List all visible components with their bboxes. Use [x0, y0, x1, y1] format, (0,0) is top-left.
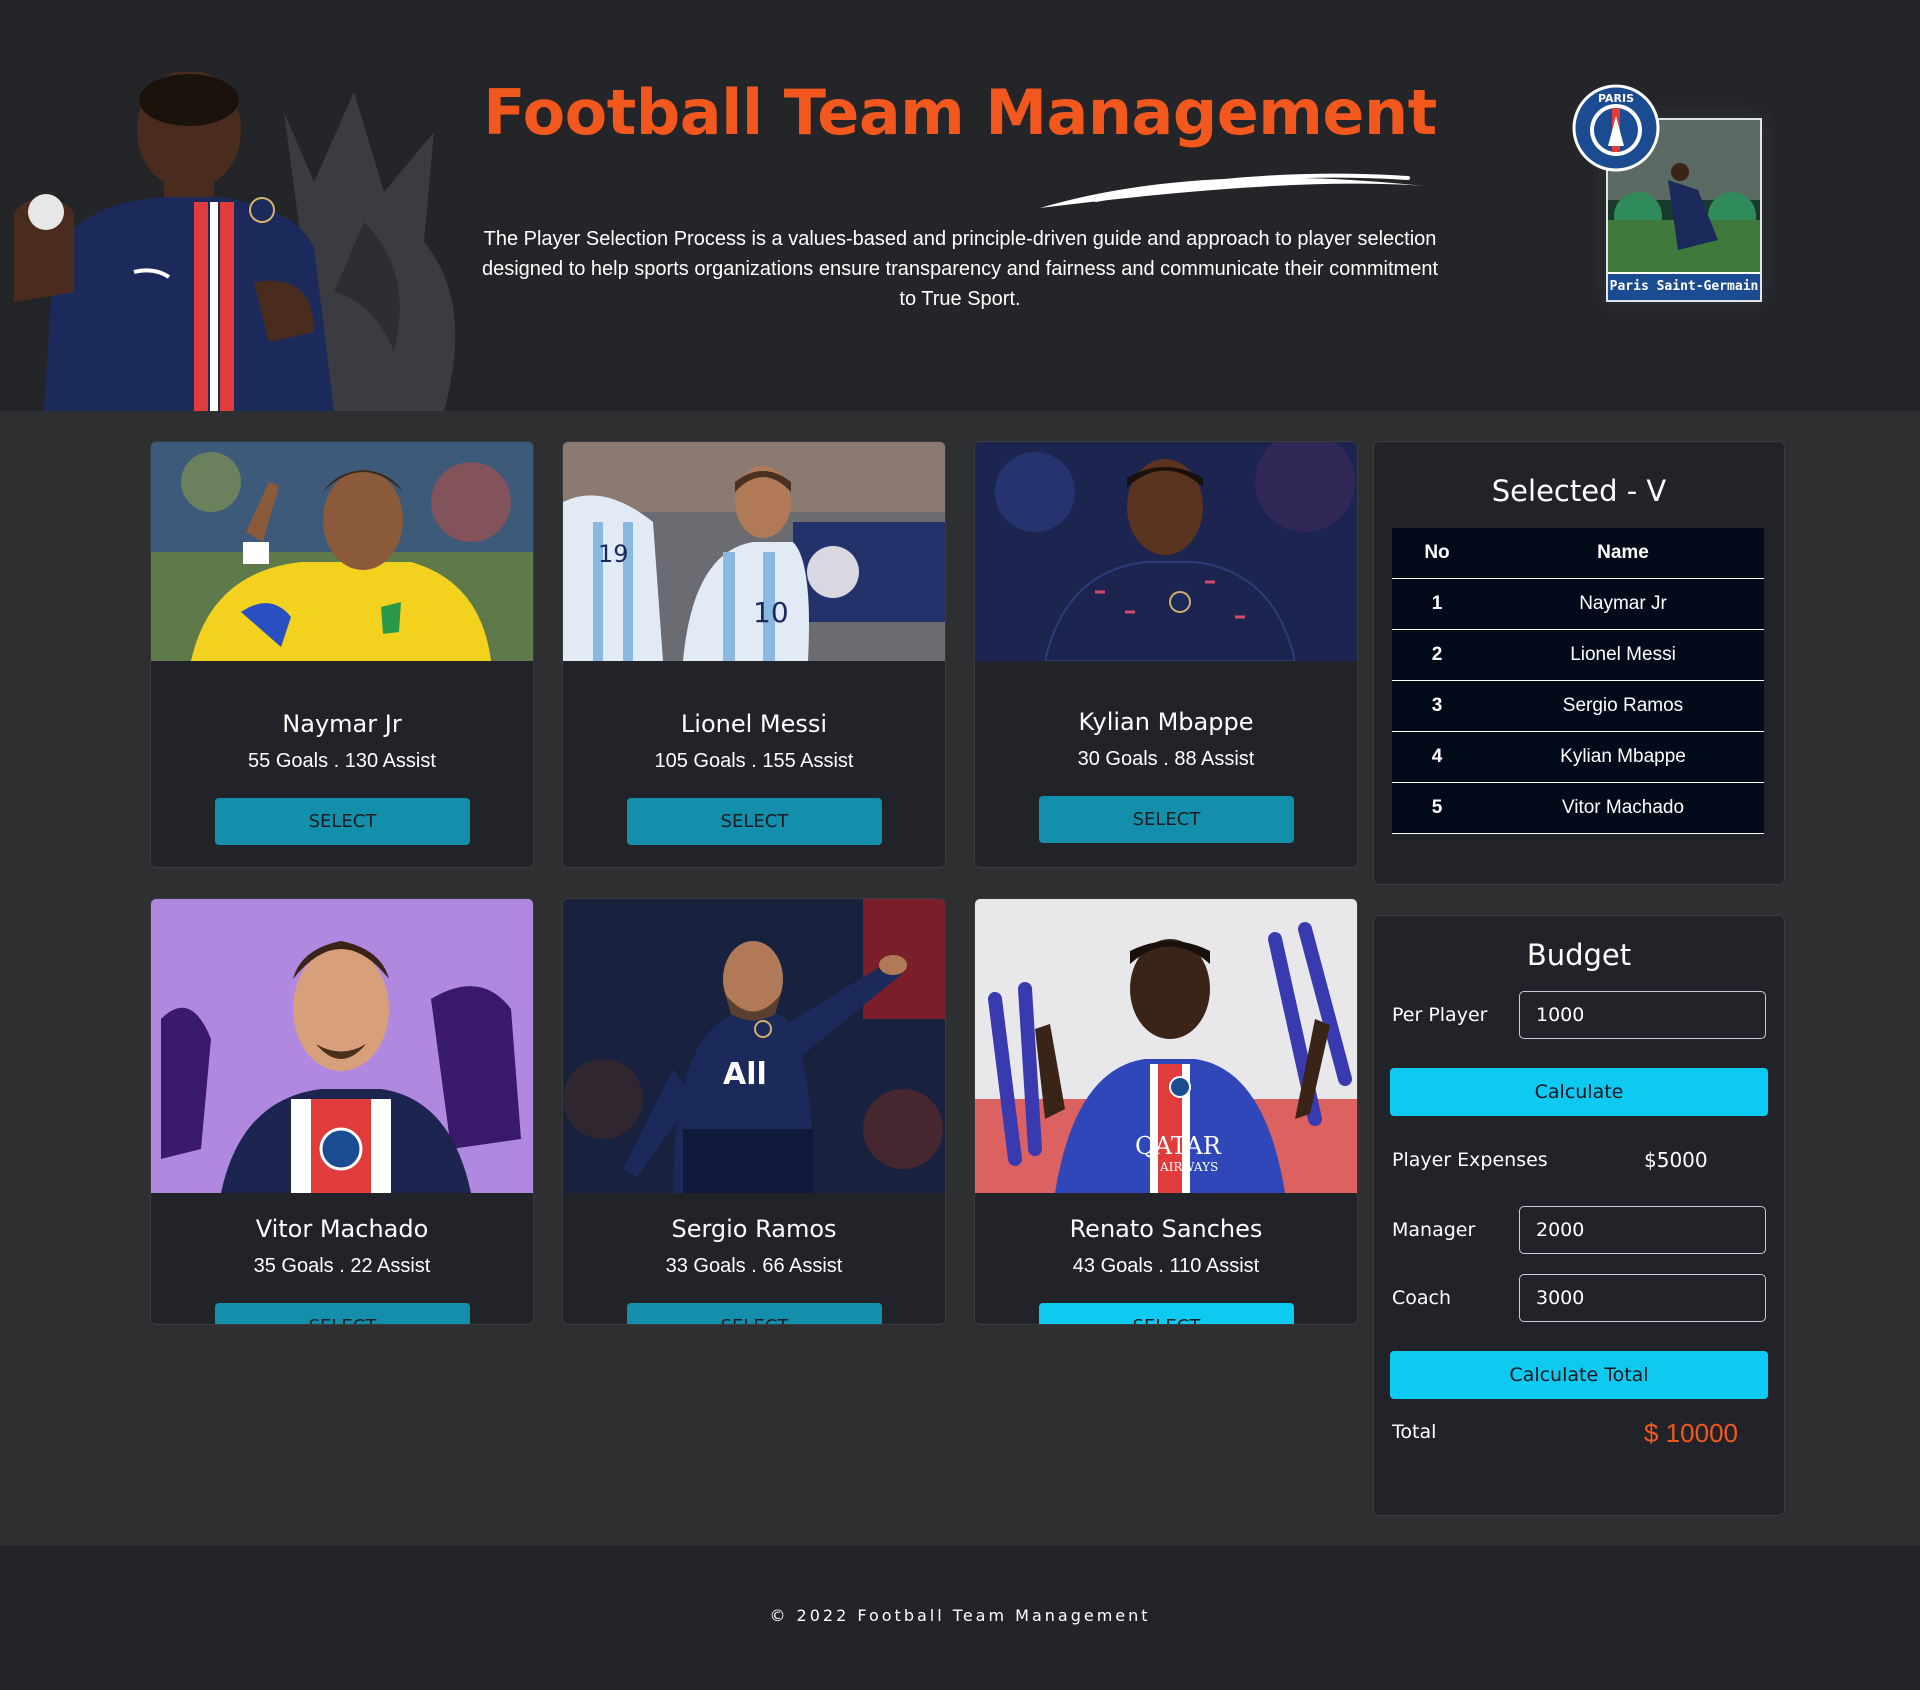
- player-stats: 105 Goals . 155 Assist: [654, 750, 854, 772]
- selected-players-panel: Selected - V No Name 1 Naymar Jr 2 Lione…: [1373, 441, 1785, 885]
- column-header-name: Name: [1482, 528, 1764, 579]
- table-header-row: No Name: [1392, 528, 1764, 579]
- shirt-sponsor-text: All: [723, 1057, 767, 1092]
- row-player-name: Naymar Jr: [1482, 578, 1764, 630]
- per-player-input[interactable]: 1000: [1519, 991, 1766, 1039]
- footer-copyright: © 2022 Football Team Management: [769, 1606, 1151, 1625]
- player-expenses-value: $5000: [1644, 1148, 1708, 1172]
- player-card: All Sergio Ramos 33 Goals . 66 Assist SE…: [562, 898, 946, 1325]
- player-stats: 43 Goals . 110 Assist: [1072, 1255, 1260, 1277]
- table-row: 5 Vitor Machado: [1392, 782, 1764, 834]
- player-photo: 19 10: [563, 442, 945, 661]
- sanches-photo-graphic: QATAR AIRWAYS: [975, 899, 1357, 1193]
- table-row: 2 Lionel Messi: [1392, 629, 1764, 681]
- budget-title: Budget: [1526, 938, 1632, 972]
- player-stats: 55 Goals . 130 Assist: [248, 750, 436, 772]
- player-photo: QATAR AIRWAYS: [975, 899, 1357, 1193]
- messi-photo-graphic: 19 10: [563, 442, 945, 661]
- naymar-photo-graphic: [151, 442, 533, 661]
- player-name: Vitor Machado: [255, 1215, 429, 1243]
- intro-paragraph: The Player Selection Process is a values…: [481, 228, 1439, 310]
- selected-title: Selected - V: [1491, 474, 1667, 508]
- player-photo: [151, 442, 533, 661]
- table-row: 4 Kylian Mbappe: [1392, 731, 1764, 783]
- row-player-name: Kylian Mbappe: [1482, 731, 1764, 783]
- selected-table: No Name 1 Naymar Jr 2 Lionel Messi 3 Ser…: [1392, 528, 1764, 834]
- row-number: 5: [1392, 782, 1482, 834]
- coach-label: Coach: [1392, 1287, 1452, 1309]
- row-player-name: Lionel Messi: [1482, 629, 1764, 681]
- psg-logo-icon: PARIS: [1572, 84, 1660, 172]
- psg-caption: Paris Saint-Germain: [1608, 272, 1760, 300]
- select-button[interactable]: SELECT: [215, 798, 470, 845]
- select-button[interactable]: SELECT: [627, 1303, 882, 1324]
- page-title: Football Team Management: [483, 76, 1437, 149]
- player-name: Naymar Jr: [282, 710, 402, 738]
- calculate-button[interactable]: Calculate: [1390, 1068, 1768, 1116]
- select-button[interactable]: SELECT: [1039, 796, 1294, 843]
- ramos-photo-graphic: All: [563, 899, 945, 1193]
- select-button[interactable]: SELECT: [215, 1303, 470, 1324]
- psg-logo-text: PARIS: [1598, 92, 1634, 105]
- select-button[interactable]: SELECT: [627, 798, 882, 845]
- row-player-name: Vitor Machado: [1482, 782, 1764, 834]
- player-photo: [975, 442, 1357, 661]
- calculate-total-button[interactable]: Calculate Total: [1390, 1351, 1768, 1399]
- player-card: Kylian Mbappe 30 Goals . 88 Assist SELEC…: [974, 441, 1358, 868]
- hero-player-image: [14, 72, 466, 411]
- row-number: 1: [1392, 578, 1482, 630]
- player-card: 19 10 Lionel Messi 105 Goals . 155 Assis…: [562, 441, 946, 868]
- table-row: 3 Sergio Ramos: [1392, 680, 1764, 732]
- row-number: 4: [1392, 731, 1482, 783]
- player-stats: 33 Goals . 66 Assist: [665, 1255, 843, 1277]
- player-photo: All: [563, 899, 945, 1193]
- manager-input[interactable]: 2000: [1519, 1206, 1766, 1254]
- psg-badge: Paris Saint-Germain PARIS: [1560, 84, 1780, 308]
- per-player-label: Per Player: [1392, 1004, 1488, 1026]
- mbappe-hero-figure: [14, 72, 334, 411]
- total-value: $ 10000: [1644, 1418, 1738, 1448]
- machado-photo-graphic: [151, 899, 533, 1193]
- shirt-sponsor-text: QATAR: [1135, 1132, 1222, 1160]
- coach-input[interactable]: 3000: [1519, 1274, 1766, 1322]
- player-stats: 30 Goals . 88 Assist: [1077, 748, 1255, 770]
- row-number: 3: [1392, 680, 1482, 732]
- manager-label: Manager: [1392, 1219, 1476, 1241]
- player-card: Vitor Machado 35 Goals . 22 Assist SELEC…: [150, 898, 534, 1325]
- table-row: 1 Naymar Jr: [1392, 578, 1764, 630]
- player-name: Kylian Mbappe: [1078, 708, 1254, 736]
- player-card: QATAR AIRWAYS Renato Sanches 43 Goals . …: [974, 898, 1358, 1325]
- mbappe-photo-graphic: [975, 442, 1357, 661]
- player-expenses-label: Player Expenses: [1392, 1149, 1548, 1171]
- budget-panel: Budget Per Player 1000 Calculate Player …: [1373, 915, 1785, 1516]
- row-player-name: Sergio Ramos: [1482, 680, 1764, 732]
- player-photo: [151, 899, 533, 1193]
- player-stats: 35 Goals . 22 Assist: [253, 1255, 431, 1277]
- row-number: 2: [1392, 629, 1482, 681]
- page-header: Football Team Management The Player Sele…: [0, 0, 1920, 411]
- column-header-no: No: [1392, 528, 1482, 579]
- total-label: Total: [1392, 1421, 1437, 1443]
- shirt-sponsor-subtext: AIRWAYS: [1159, 1160, 1218, 1174]
- title-underline-swoosh: [1040, 173, 1424, 208]
- player-card: Naymar Jr 55 Goals . 130 Assist SELECT: [150, 441, 534, 868]
- player-name: Renato Sanches: [1069, 1215, 1263, 1243]
- back-number-text: 19: [598, 540, 629, 568]
- page-footer: © 2022 Football Team Management: [0, 1546, 1920, 1690]
- player-name: Sergio Ramos: [671, 1215, 837, 1243]
- select-button[interactable]: SELECT: [1039, 1303, 1294, 1324]
- shirt-number-text: 10: [753, 596, 789, 629]
- player-name: Lionel Messi: [680, 710, 828, 738]
